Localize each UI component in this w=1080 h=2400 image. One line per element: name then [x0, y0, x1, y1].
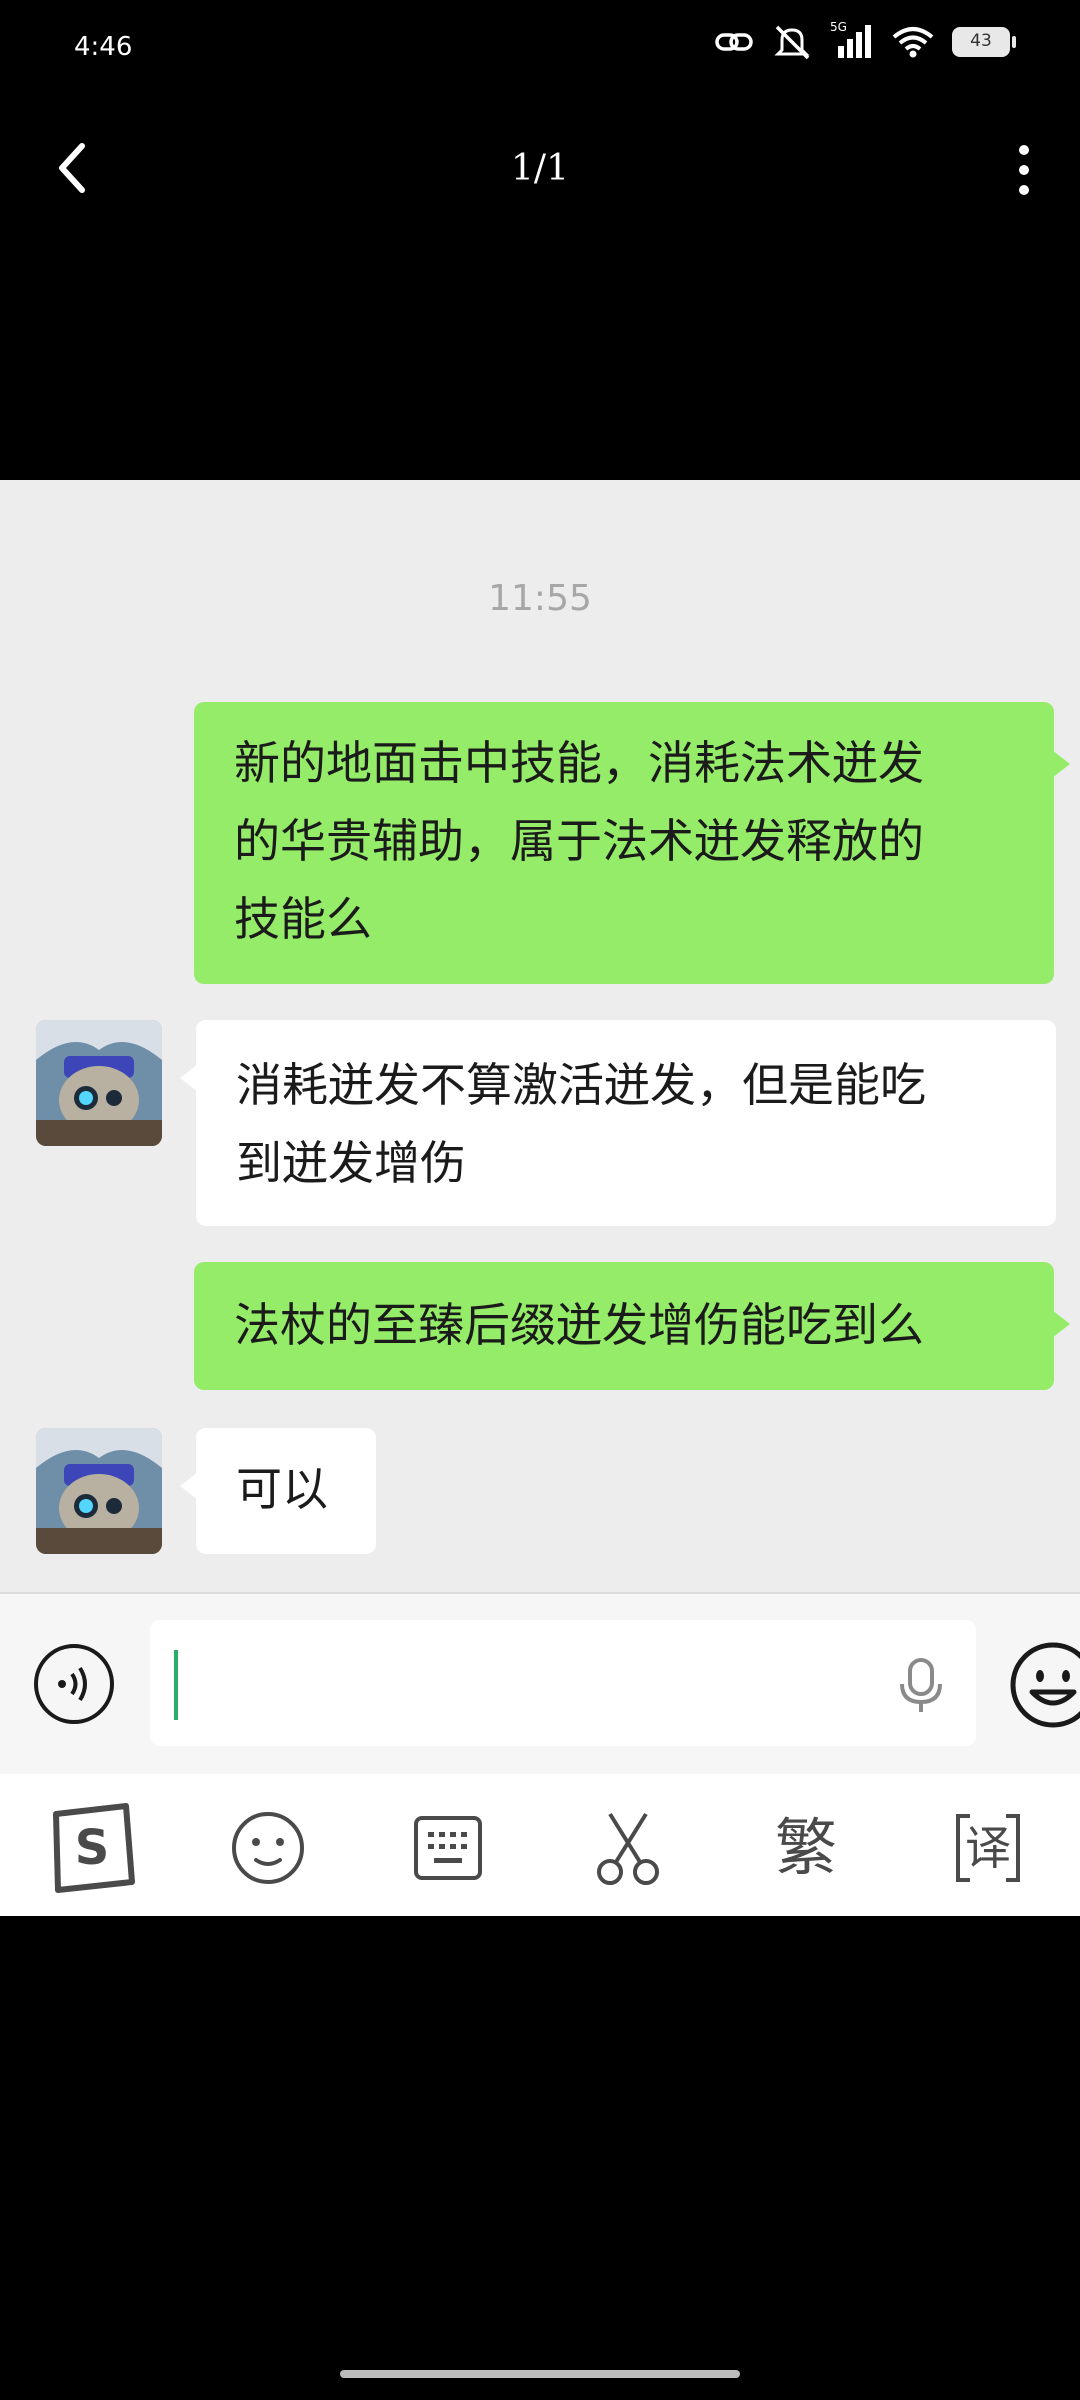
battery-icon: 43: [952, 27, 1016, 57]
page-counter: 1/1: [511, 148, 569, 189]
translate-button[interactable]: 译: [940, 1800, 1036, 1896]
chat-input-bar: [0, 1592, 1080, 1774]
chat-screenshot: 11:55 新的地面击中技能，消耗法术迸发 的华贵辅助，属于法术迸发释放的 技能…: [0, 480, 1080, 1916]
message-bubble-incoming[interactable]: 消耗迸发不算激活迸发，但是能吃 到迸发增伤: [180, 1020, 1056, 1226]
message-line: 新的地面击中技能，消耗法术迸发: [234, 736, 924, 790]
link-icon: [715, 33, 753, 51]
scissors-icon: [597, 1812, 659, 1885]
status-time: 4:46: [74, 32, 133, 62]
smiley-button[interactable]: [220, 1800, 316, 1896]
emoji-button[interactable]: [1008, 1640, 1080, 1730]
translate-label: 译: [965, 1821, 1011, 1875]
sogou-logo-button[interactable]: S: [42, 1800, 138, 1896]
svg-text:S: S: [75, 1820, 110, 1876]
sogou-logo-icon: S: [53, 1803, 135, 1893]
wifi-icon: [892, 27, 934, 58]
status-icons: 5G 43: [714, 20, 1016, 60]
battery-level: 43: [970, 31, 992, 51]
scissors-button[interactable]: [580, 1800, 676, 1896]
keyboard-button[interactable]: [400, 1800, 496, 1896]
message-line: 可以: [236, 1462, 328, 1516]
traditional-chinese-button[interactable]: 繁: [758, 1800, 854, 1896]
message-line: 的华贵辅助，属于法术迸发释放的: [234, 814, 924, 868]
mute-icon: [774, 25, 810, 60]
message-line: 消耗迸发不算激活迸发，但是能吃: [236, 1058, 926, 1112]
signal-icon: 5G: [830, 20, 874, 60]
message-input[interactable]: [150, 1620, 976, 1746]
more-button[interactable]: [1006, 142, 1042, 198]
message-bubble-outgoing[interactable]: 新的地面击中技能，消耗法术迸发 的华贵辅助，属于法术迸发释放的 技能么: [194, 702, 1070, 984]
keyboard-toolbar: S 繁 译: [0, 1774, 1080, 1916]
message-line: 技能么: [234, 892, 372, 946]
voice-mode-icon: [34, 1644, 114, 1724]
smiley-icon: [232, 1812, 304, 1884]
message-line: 到迸发增伤: [236, 1136, 466, 1190]
message-bubble-outgoing[interactable]: 法杖的至臻后缀迸发增伤能吃到么: [194, 1262, 1070, 1390]
avatar[interactable]: [36, 1020, 162, 1146]
more-vertical-icon: [1019, 145, 1029, 195]
home-indicator[interactable]: [340, 2370, 740, 2378]
chat-timestamp: 11:55: [488, 578, 592, 619]
microphone-icon[interactable]: [894, 1656, 948, 1716]
message-bubble-incoming[interactable]: 可以: [180, 1428, 376, 1554]
voice-mode-button[interactable]: [32, 1642, 116, 1726]
avatar[interactable]: [36, 1428, 162, 1554]
text-caret: [174, 1650, 178, 1720]
traditional-chinese-icon: 繁: [774, 1811, 837, 1884]
status-bar: 4:46 5G 43: [0, 0, 1080, 100]
keyboard-icon: [414, 1816, 482, 1880]
emoji-icon: [1010, 1642, 1080, 1728]
message-line: 法杖的至臻后缀迸发增伤能吃到么: [234, 1298, 924, 1352]
